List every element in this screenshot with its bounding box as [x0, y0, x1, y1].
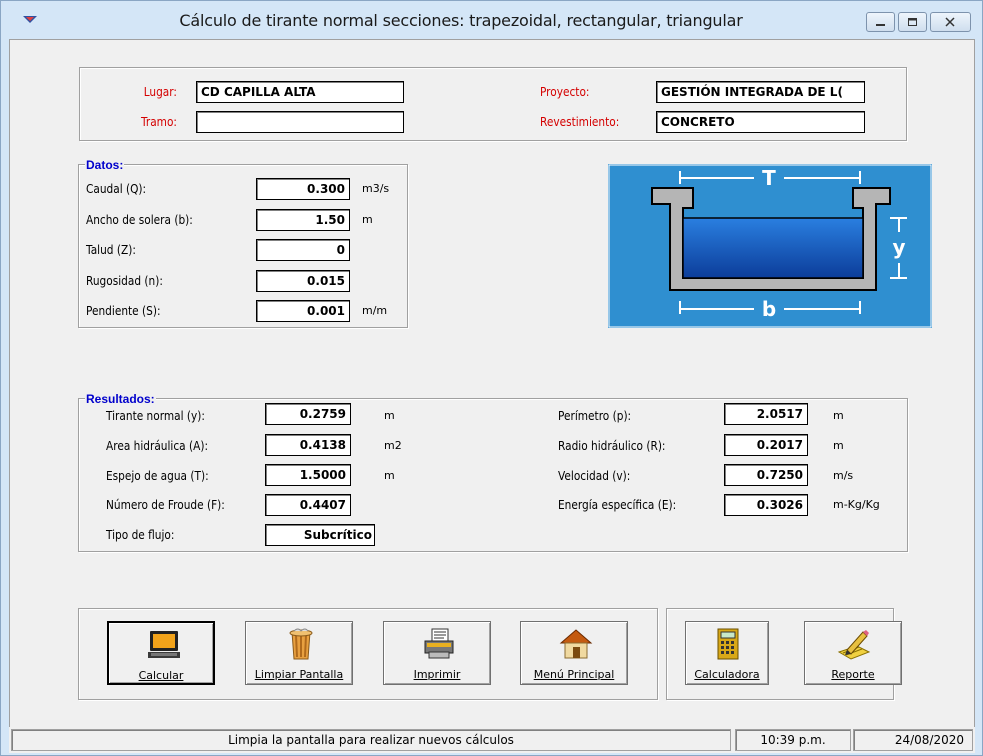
menu-principal-button[interactable]: Menú Principal	[520, 621, 628, 685]
velocidad-unit: m/s	[833, 469, 854, 482]
minimize-icon	[876, 24, 885, 26]
pendiente-field[interactable]: 0.001	[256, 300, 350, 322]
lugar-field[interactable]: CD CAPILLA ALTA	[196, 81, 404, 103]
restore-button[interactable]	[898, 12, 927, 32]
resultados-legend: Resultados:	[85, 392, 156, 406]
perimetro-unit: m	[833, 409, 844, 422]
lugar-label: Lugar:	[143, 85, 177, 99]
proyecto-label: Proyecto:	[540, 85, 590, 99]
restore-icon	[908, 18, 917, 26]
ancho-unit: m	[362, 213, 373, 226]
limpiar-pantalla-button[interactable]: Limpiar Pantalla	[245, 621, 353, 685]
rugosidad-field[interactable]: 0.015	[256, 270, 350, 292]
depth-label: y	[892, 235, 905, 259]
energia-unit: m-Kg/Kg	[833, 498, 880, 511]
talud-label: Talud (Z):	[86, 243, 136, 257]
calcular-button[interactable]: Calcular	[107, 621, 215, 685]
top-width-label: T	[762, 166, 776, 190]
caudal-unit: m3/s	[362, 182, 390, 195]
froude-label: Número de Froude (F):	[106, 498, 225, 512]
tirante-field[interactable]: 0.2759	[265, 403, 351, 425]
status-time: 10:39 p.m.	[735, 729, 851, 751]
espejo-unit: m	[384, 469, 395, 482]
close-icon	[945, 17, 955, 27]
ancho-field[interactable]: 1.50	[256, 209, 350, 231]
caudal-label: Caudal (Q):	[86, 182, 147, 196]
energia-label: Energía específica (E):	[558, 498, 677, 512]
tirante-label: Tirante normal (y):	[106, 409, 205, 423]
caudal-field[interactable]: 0.300	[256, 178, 350, 200]
pendiente-unit: m/m	[362, 304, 388, 317]
imprimir-label: Imprimir	[413, 668, 461, 681]
radio-label: Radio hidráulico (R):	[558, 439, 666, 453]
laptop-icon	[148, 631, 180, 658]
area-label: Area hidráulica (A):	[106, 439, 209, 453]
ancho-label: Ancho de solera (b):	[86, 213, 193, 227]
calculadora-label: Calculadora	[694, 668, 760, 681]
calculadora-button[interactable]: Calculadora	[685, 621, 769, 685]
area-unit: m2	[384, 439, 402, 452]
window-title: Cálculo de tirante normal secciones: tra…	[179, 11, 743, 30]
rugosidad-label: Rugosidad (n):	[86, 274, 163, 288]
minimize-button[interactable]	[866, 12, 895, 32]
pencil-notepad-icon	[837, 630, 871, 660]
water-body	[682, 217, 864, 279]
area-field[interactable]: 0.4138	[265, 434, 351, 456]
perimetro-label: Perímetro (p):	[558, 409, 632, 423]
tirante-unit: m	[384, 409, 395, 422]
reporte-button[interactable]: Reporte	[804, 621, 902, 685]
house-icon	[559, 629, 593, 659]
radio-field[interactable]: 0.2017	[724, 434, 808, 456]
proyecto-field[interactable]: GESTIÓN INTEGRADA DE L(	[656, 81, 865, 103]
status-message: Limpia la pantalla para realizar nuevos …	[11, 729, 731, 751]
status-bar: Limpia la pantalla para realizar nuevos …	[9, 727, 975, 753]
calcular-label: Calcular	[138, 669, 184, 682]
flujo-field[interactable]: Subcrítico	[265, 524, 375, 546]
title-bar[interactable]: Cálculo de tirante normal secciones: tra…	[1, 1, 982, 39]
trash-can-icon	[289, 628, 313, 660]
velocidad-label: Velocidad (v):	[558, 469, 631, 483]
status-date: 24/08/2020	[853, 729, 973, 751]
calculator-icon	[717, 628, 739, 660]
pendiente-label: Pendiente (S):	[86, 304, 161, 318]
energia-field[interactable]: 0.3026	[724, 494, 808, 516]
tramo-label: Tramo:	[140, 115, 177, 129]
perimetro-field[interactable]: 2.0517	[724, 403, 808, 425]
menu-principal-label: Menú Principal	[533, 668, 615, 681]
tramo-field[interactable]	[196, 111, 404, 133]
velocidad-field[interactable]: 0.7250	[724, 464, 808, 486]
imprimir-button[interactable]: Imprimir	[383, 621, 491, 685]
flujo-label: Tipo de flujo:	[106, 528, 175, 542]
close-button[interactable]	[930, 12, 971, 32]
revestimiento-label: Revestimiento:	[540, 115, 620, 129]
channel-section-diagram: T b y	[608, 164, 932, 328]
espejo-label: Espejo de agua (T):	[106, 469, 209, 483]
reporte-label: Reporte	[831, 668, 875, 681]
main-window: Cálculo de tirante normal secciones: tra…	[0, 0, 983, 756]
froude-field[interactable]: 0.4407	[265, 494, 351, 516]
datos-legend: Datos:	[85, 158, 125, 172]
printer-icon	[424, 628, 454, 659]
espejo-field[interactable]: 1.5000	[265, 464, 351, 486]
bottom-width-label: b	[762, 297, 776, 321]
radio-unit: m	[833, 439, 844, 452]
limpiar-label: Limpiar Pantalla	[254, 668, 344, 681]
revestimiento-field[interactable]: CONCRETO	[656, 111, 865, 133]
talud-field[interactable]: 0	[256, 239, 350, 261]
